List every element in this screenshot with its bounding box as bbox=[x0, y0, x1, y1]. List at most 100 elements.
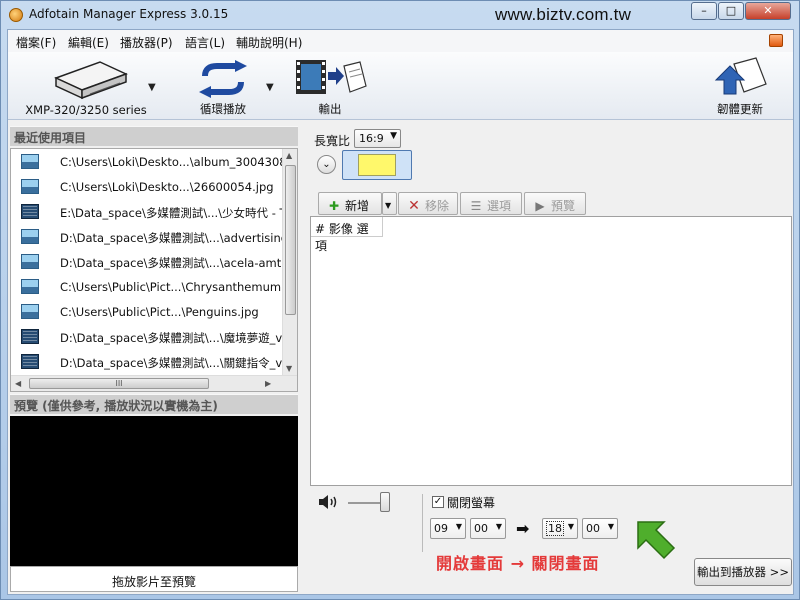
image-file-icon bbox=[21, 279, 39, 294]
menu-player[interactable]: 播放器(P) bbox=[120, 34, 173, 51]
loop-icon bbox=[199, 60, 247, 98]
scroll-up-icon[interactable]: ▲ bbox=[286, 151, 292, 160]
preview-button[interactable]: ▶ 預覽 bbox=[524, 192, 586, 215]
recent-vertical-scrollbar[interactable]: ▲ ▼ bbox=[282, 149, 297, 375]
file-path: E:\Data_space\多媒體測試\...\少女時代 - T bbox=[60, 206, 282, 220]
list-item[interactable]: E:\Data_space\多媒體測試\...\少女時代 - T bbox=[11, 199, 283, 224]
scroll-down-icon[interactable]: ▼ bbox=[286, 364, 292, 373]
recent-list: C:\Users\Loki\Deskto...\album_3004308.jp… bbox=[10, 148, 298, 392]
menu-edit[interactable]: 編輯(E) bbox=[68, 34, 109, 51]
media-player-device-icon bbox=[54, 61, 128, 100]
watermark-text: www.biztv.com.tw bbox=[495, 5, 632, 24]
divider bbox=[422, 494, 423, 552]
menu-help[interactable]: 輔助說明(H) bbox=[236, 34, 302, 51]
close-button[interactable]: ✕ bbox=[745, 2, 791, 20]
green-arrow-icon bbox=[637, 521, 676, 560]
preview-hint: 拖放影片至預覽 bbox=[10, 566, 298, 592]
file-path: D:\Data_space\多媒體測試\...\advertising_ bbox=[60, 231, 282, 245]
play-icon: ▶ bbox=[535, 199, 545, 213]
right-panel: 長寬比 16:9 ▼ ⌄ ✚ 新增 ▼ ✕ 移除 ☰ 選項 ▶ 預覽 # 影像 … bbox=[308, 126, 792, 594]
file-path: D:\Data_space\多媒體測試\...\關鍵指令_v. bbox=[60, 356, 282, 370]
volume-icon[interactable] bbox=[318, 494, 338, 510]
chevron-down-icon: ⌄ bbox=[322, 159, 331, 170]
loop-dropdown-icon[interactable]: ▼ bbox=[266, 82, 274, 93]
playlist-controls: ✚ 新增 ▼ ✕ 移除 ☰ 選項 ▶ 預覽 bbox=[310, 192, 790, 216]
chevron-down-icon: ▼ bbox=[567, 522, 574, 531]
screen-off-label: 關閉螢幕 bbox=[447, 496, 496, 510]
video-file-icon bbox=[21, 329, 39, 344]
color-swatch bbox=[358, 154, 396, 176]
list-item[interactable]: C:\Users\Loki\Deskto...\26600054.jpg bbox=[11, 174, 283, 199]
export-toolbar-button[interactable]: 輸出 bbox=[290, 52, 370, 120]
left-panel: 最近使用項目 C:\Users\Loki\Deskto...\album_300… bbox=[10, 126, 298, 594]
remove-label: 移除 bbox=[425, 199, 450, 213]
export-to-player-button[interactable]: 輸出到播放器 >> bbox=[694, 558, 792, 586]
file-path: C:\Users\Loki\Deskto...\album_3004308.jp… bbox=[60, 155, 282, 169]
device-dropdown-icon[interactable]: ▼ bbox=[148, 82, 156, 93]
preview-label: 預覽 bbox=[551, 199, 576, 213]
vertical-scroll-thumb[interactable] bbox=[285, 165, 296, 315]
list-item[interactable]: C:\Users\Loki\Deskto...\album_3004308.jp… bbox=[11, 149, 283, 174]
end-hour-value: 18 bbox=[546, 521, 564, 536]
volume-slider-thumb[interactable] bbox=[380, 492, 390, 512]
list-item[interactable]: C:\Users\Public\Pict...\Penguins.jpg bbox=[11, 299, 283, 324]
film-export-icon bbox=[296, 60, 367, 94]
chevron-down-icon: ▼ bbox=[607, 522, 614, 531]
preview-screen[interactable] bbox=[10, 416, 298, 566]
client-area: 檔案(F) 編輯(E) 播放器(P) 語言(L) 輔助說明(H) XMP-320… bbox=[7, 29, 794, 595]
arrow-right-icon: ➡ bbox=[516, 519, 530, 538]
options-button[interactable]: ☰ 選項 bbox=[460, 192, 522, 215]
screen-off-checkbox[interactable]: ✓ bbox=[432, 496, 444, 508]
list-item[interactable]: D:\Data_space\多媒體測試\...\關鍵指令_v. bbox=[11, 349, 283, 374]
firmware-update-icon bbox=[714, 57, 767, 95]
firmware-update-button[interactable]: 韌體更新 bbox=[698, 52, 782, 120]
list-item[interactable]: D:\Data_space\多媒體測試\...\advertising_ bbox=[11, 224, 283, 249]
delete-icon: ✕ bbox=[408, 198, 420, 214]
start-hour-select[interactable]: 09 ▼ bbox=[430, 518, 466, 539]
list-item[interactable]: C:\Users\Public\Pict...\Chrysanthemum.jp… bbox=[11, 274, 283, 299]
annotation-text: 開啟畫面 → 關閉畫面 bbox=[436, 554, 600, 573]
list-item[interactable]: D:\Data_space\多媒體測試\...\acela-amtra bbox=[11, 249, 283, 274]
export-label: 輸出 bbox=[318, 102, 342, 116]
device-label: XMP-320/3250 series bbox=[25, 103, 147, 117]
menu-language[interactable]: 語言(L) bbox=[185, 34, 225, 51]
scroll-right-icon[interactable]: ▶ bbox=[265, 379, 271, 388]
background-color-picker[interactable] bbox=[342, 150, 412, 180]
image-file-icon bbox=[21, 254, 39, 269]
menu-file[interactable]: 檔案(F) bbox=[16, 34, 56, 51]
video-file-icon bbox=[21, 204, 39, 219]
device-select-button[interactable]: XMP-320/3250 series bbox=[16, 52, 156, 120]
end-hour-select[interactable]: 18 ▼ bbox=[542, 518, 578, 539]
file-path: D:\Data_space\多媒體測試\...\acela-amtra bbox=[60, 256, 282, 270]
start-hour-value: 09 bbox=[434, 522, 448, 535]
add-dropdown-button[interactable]: ▼ bbox=[382, 192, 397, 215]
recent-header: 最近使用項目 bbox=[10, 126, 298, 146]
start-minute-select[interactable]: 00 ▼ bbox=[470, 518, 506, 539]
video-file-icon bbox=[21, 354, 39, 369]
window-title: Adfotain Manager Express 3.0.15 bbox=[29, 7, 229, 21]
chevron-down-icon: ▼ bbox=[390, 131, 397, 141]
menu-bar: 檔案(F) 編輯(E) 播放器(P) 語言(L) 輔助說明(H) bbox=[8, 30, 793, 52]
list-item[interactable]: D:\Data_space\多媒體測試\...\魔境夢遊_v. bbox=[11, 324, 283, 349]
preview-header: 預覽 (僅供參考, 播放狀況以實機為主) bbox=[10, 394, 298, 414]
file-path: C:\Users\Public\Pict...\Penguins.jpg bbox=[60, 305, 259, 319]
collapse-toggle-button[interactable]: ⌄ bbox=[317, 155, 336, 174]
playlist-table[interactable]: # 影像 選項 bbox=[310, 216, 792, 486]
recent-horizontal-scrollbar[interactable]: ◀ III ▶ bbox=[11, 375, 297, 391]
firmware-update-label: 韌體更新 bbox=[717, 102, 763, 116]
aspect-ratio-value: 16:9 bbox=[359, 132, 384, 145]
loop-play-button[interactable]: 循環播放 bbox=[184, 52, 262, 120]
maximize-button[interactable]: □ bbox=[718, 2, 744, 20]
app-window: Adfotain Manager Express 3.0.15 www.bizt… bbox=[0, 0, 800, 600]
aspect-ratio-select[interactable]: 16:9 ▼ bbox=[354, 129, 401, 148]
chevron-down-icon: ▼ bbox=[385, 201, 392, 210]
end-minute-select[interactable]: 00 ▼ bbox=[582, 518, 618, 539]
image-file-icon bbox=[21, 304, 39, 319]
office-icon[interactable] bbox=[769, 34, 783, 47]
add-button[interactable]: ✚ 新增 bbox=[318, 192, 382, 215]
minimize-button[interactable]: – bbox=[691, 2, 717, 20]
remove-button[interactable]: ✕ 移除 bbox=[398, 192, 458, 215]
scroll-left-icon[interactable]: ◀ bbox=[15, 379, 21, 388]
horizontal-scroll-thumb[interactable]: III bbox=[29, 378, 209, 389]
file-path: C:\Users\Public\Pict...\Chrysanthemum.jp… bbox=[60, 280, 282, 294]
